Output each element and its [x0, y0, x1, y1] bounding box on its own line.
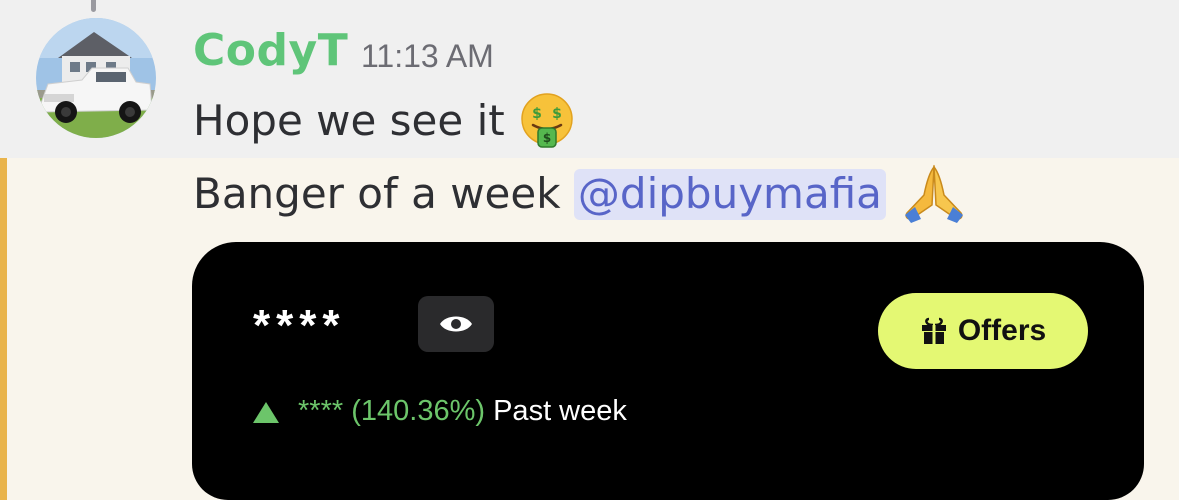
- weekly-performance: **** (140.36%) Past week: [252, 392, 627, 430]
- user-mention[interactable]: @dipbuymafia: [573, 169, 886, 220]
- timestamp: 11:13 AM: [361, 38, 494, 74]
- change-percent: (140.36%): [351, 395, 486, 427]
- period-label: Past week: [493, 395, 627, 427]
- offers-button[interactable]: Offers: [878, 293, 1088, 369]
- mention-highlight-bar: [0, 158, 7, 500]
- message-text: Banger of a week: [193, 169, 561, 218]
- portfolio-embed-card: **** Offers **** (140.36%) Past week: [192, 242, 1144, 500]
- message-line-1: Hope we see it $ $ $: [193, 93, 576, 151]
- gift-icon: [921, 317, 946, 344]
- balance-masked: ****: [253, 301, 346, 350]
- username[interactable]: CodyT: [193, 22, 348, 80]
- change-masked: ****: [298, 395, 344, 427]
- money-mouth-face-emoji: $ $ $: [518, 93, 576, 151]
- svg-text:$: $: [543, 131, 551, 145]
- show-balance-button[interactable]: [418, 296, 494, 352]
- message-text: Hope we see it: [193, 96, 505, 145]
- avatar[interactable]: [36, 18, 156, 138]
- eye-icon: [440, 316, 472, 332]
- message-line-2: Banger of a week @dipbuymafia: [193, 165, 969, 224]
- folded-hands-emoji: [899, 165, 969, 224]
- reply-thread-line: [91, 0, 96, 12]
- svg-text:$: $: [552, 106, 562, 122]
- up-triangle-icon: [253, 402, 279, 424]
- svg-text:$: $: [532, 106, 542, 122]
- offers-label: Offers: [957, 314, 1047, 347]
